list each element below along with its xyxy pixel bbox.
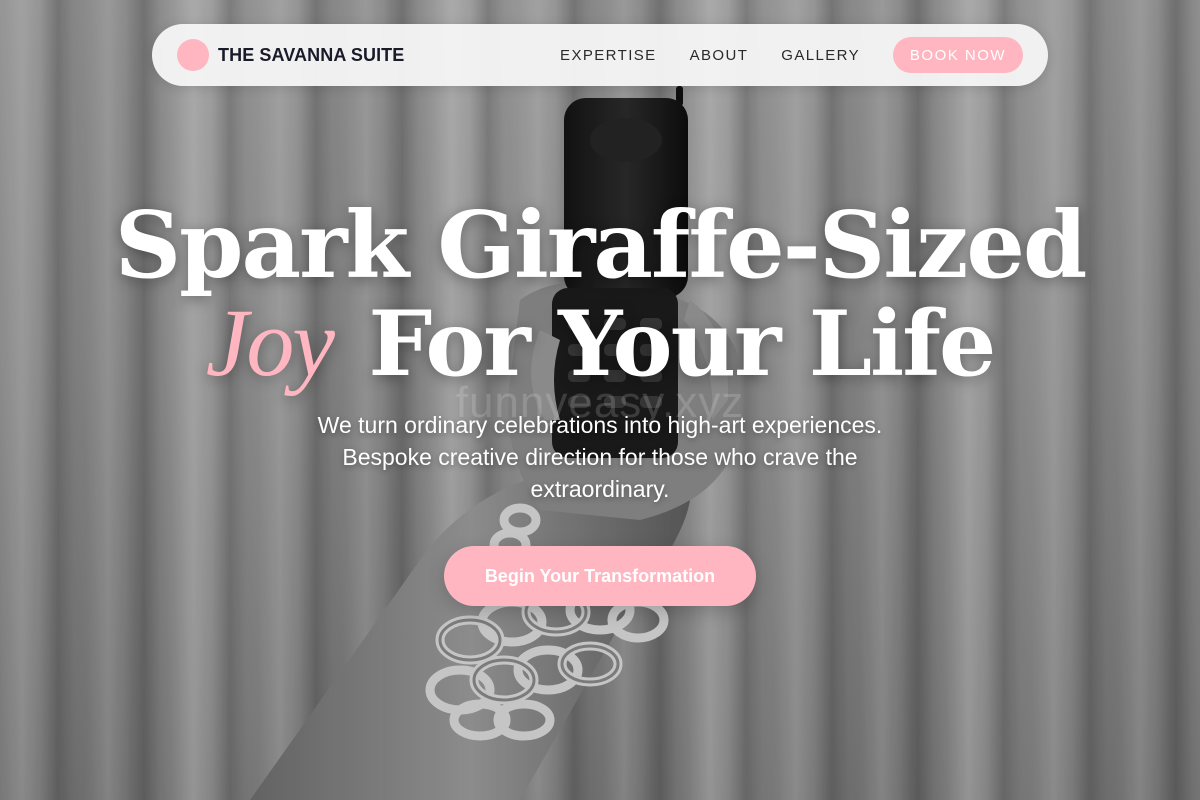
- nav-link-gallery[interactable]: GALLERY: [781, 47, 860, 64]
- book-now-button[interactable]: BOOK NOW: [893, 37, 1023, 73]
- brand-name: THE SAVANNA SUITE: [218, 44, 405, 65]
- begin-transformation-button[interactable]: Begin Your Transformation: [444, 546, 756, 606]
- headline-line-2-rest: For Your Life: [368, 291, 996, 397]
- brand[interactable]: THE SAVANNA SUITE: [177, 39, 404, 71]
- hero-overlay: [0, 0, 1200, 800]
- nav-link-about[interactable]: ABOUT: [690, 47, 749, 64]
- nav-link-expertise[interactable]: EXPERTISE: [560, 47, 657, 64]
- headline-accent-word: Joy: [205, 289, 335, 396]
- pink-circle-logo-icon: [177, 39, 209, 71]
- hero-subtitle: We turn ordinary celebrations into high-…: [317, 412, 883, 502]
- top-navbar: THE SAVANNA SUITE EXPERTISE ABOUT GALLER…: [152, 24, 1048, 86]
- hero-headline: Spark Giraffe-Sized Joy For Your Life: [0, 196, 1200, 393]
- nav-links: EXPERTISE ABOUT GALLERY BOOK NOW: [560, 37, 1023, 73]
- headline-line-2: Joy For Your Life: [0, 294, 1200, 394]
- headline-line-1: Spark Giraffe-Sized: [114, 191, 1088, 299]
